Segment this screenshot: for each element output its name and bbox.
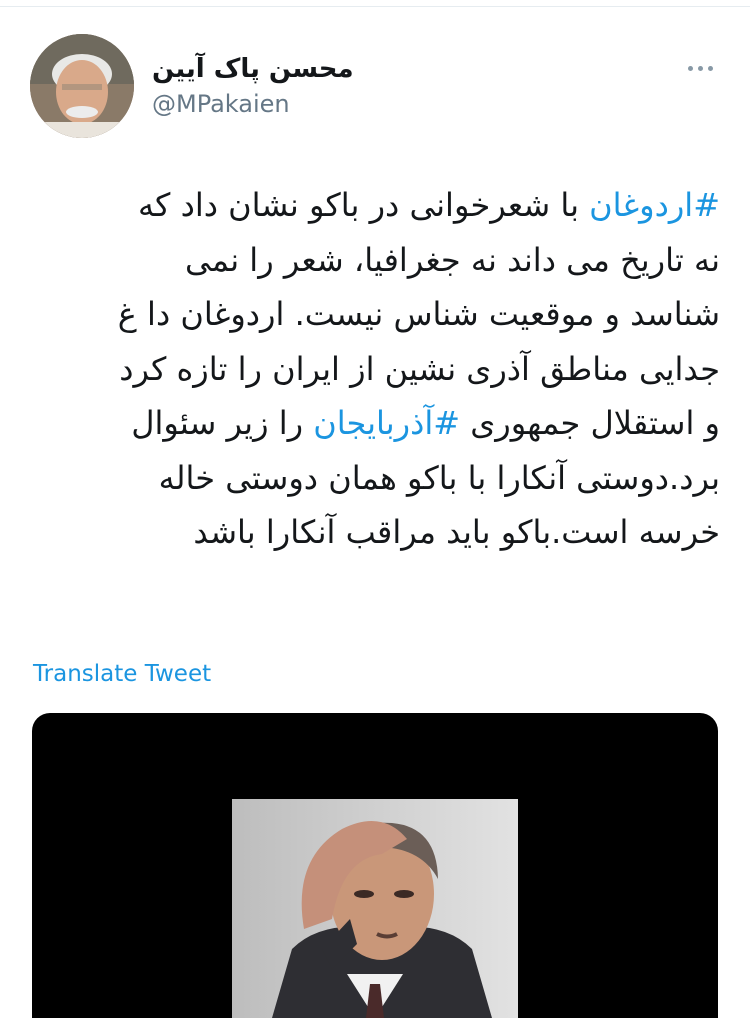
avatar[interactable] — [30, 34, 134, 138]
tweet-media[interactable] — [32, 713, 718, 1018]
tweet-text-segment: جدایی مناطق آذری نشین از ایران را تازه ک… — [119, 349, 720, 388]
tweet-line: شناسد و موقعیت شناس نیست. اردوغان دا غ — [28, 287, 720, 342]
tweet-text-segment: و استقلال جمهوری — [460, 404, 720, 442]
tweet-text-segment: برد.دوستی آنکارا با باکو همان دوستی خاله — [158, 458, 720, 497]
tweet-line: #اردوغان با شعرخوانی در باکو نشان داد که — [28, 178, 720, 233]
more-icon[interactable] — [680, 58, 720, 78]
tweet-text-segment: با شعرخوانی در باکو نشان داد که — [138, 186, 590, 224]
hashtag-link[interactable]: #آذربایجان — [313, 404, 460, 442]
hashtag-link[interactable]: #اردوغان — [589, 186, 720, 224]
user-handle[interactable]: @MPakaien — [152, 90, 290, 118]
tweet-line: جدایی مناطق آذری نشین از ایران را تازه ک… — [28, 342, 720, 397]
tweet-text-segment: شناسد و موقعیت شناس نیست. اردوغان دا غ — [117, 295, 720, 333]
display-name[interactable]: محسن پاک آیین — [152, 54, 354, 84]
tweet-line: و استقلال جمهوری #آذربایجان را زیر سئوال — [28, 396, 720, 451]
more-dot — [707, 65, 713, 71]
translate-tweet-link[interactable]: Translate Tweet — [33, 661, 211, 687]
more-dot — [697, 65, 703, 71]
top-divider — [0, 6, 750, 7]
tweet-text-segment: نه تاریخ می داند نه جغرافیا، شعر را نمی — [185, 240, 720, 279]
tweet-line: نه تاریخ می داند نه جغرافیا، شعر را نمی — [28, 233, 720, 288]
tweet-line: خرسه است.باکو باید مراقب آنکارا باشد — [28, 505, 720, 560]
tweet-line: برد.دوستی آنکارا با باکو همان دوستی خاله — [28, 451, 720, 506]
more-dot — [687, 65, 693, 71]
tweet-text-segment: خرسه است.باکو باید مراقب آنکارا باشد — [193, 513, 720, 551]
tweet-text: #اردوغان با شعرخوانی در باکو نشان داد که… — [28, 178, 720, 560]
tweet-photo[interactable] — [232, 799, 518, 1018]
tweet-text-segment: را زیر سئوال — [131, 404, 314, 442]
